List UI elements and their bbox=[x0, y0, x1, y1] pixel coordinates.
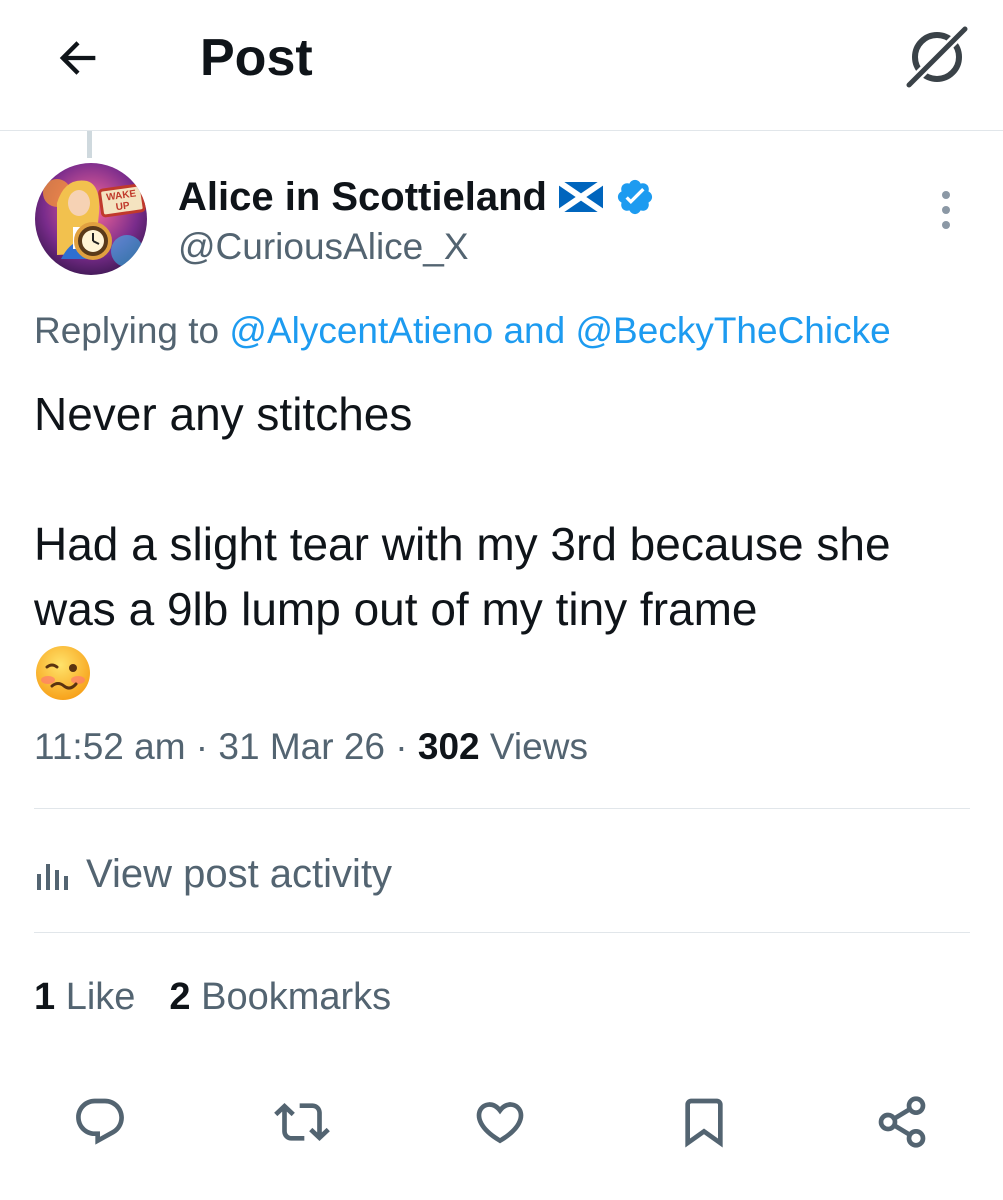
more-vertical-icon bbox=[942, 191, 950, 229]
bookmark-button[interactable] bbox=[668, 1086, 740, 1158]
replying-to-prefix: Replying to bbox=[34, 310, 230, 351]
thread-connector-line bbox=[87, 131, 92, 158]
view-post-activity-label: View post activity bbox=[86, 851, 393, 896]
avatar[interactable]: WAKE UP bbox=[35, 163, 147, 275]
view-post-activity-button[interactable]: View post activity bbox=[34, 848, 392, 900]
replying-to-line: Replying to @AlycentAtieno and @BeckyThe… bbox=[34, 308, 891, 354]
reply-button[interactable] bbox=[64, 1086, 136, 1158]
bookmarks-count: 2 bbox=[169, 976, 191, 1018]
repost-button[interactable] bbox=[266, 1086, 338, 1158]
author-name-row[interactable]: Alice in Scottieland bbox=[178, 172, 655, 222]
like-button[interactable] bbox=[464, 1086, 536, 1158]
header-divider bbox=[0, 130, 1003, 131]
woozy-face-emoji bbox=[34, 644, 92, 702]
arrow-left-icon bbox=[59, 41, 96, 75]
grok-button[interactable] bbox=[894, 16, 978, 100]
share-icon bbox=[878, 1096, 926, 1148]
back-button[interactable] bbox=[40, 20, 116, 96]
verified-badge-icon bbox=[617, 179, 653, 215]
divider bbox=[34, 808, 970, 809]
likes-stat[interactable]: 1 Like bbox=[34, 972, 135, 1022]
post-text: Never any stitches Had a slight tear wit… bbox=[34, 382, 974, 642]
likes-count: 1 bbox=[34, 976, 56, 1018]
scotland-flag-icon bbox=[558, 182, 603, 212]
meta-separator: · bbox=[185, 726, 219, 767]
like-icon bbox=[476, 1102, 524, 1144]
engagement-stats: 1 Like 2 Bookmarks bbox=[34, 972, 391, 1022]
views-count: 302 bbox=[417, 726, 480, 767]
post-paragraph: Never any stitches bbox=[34, 388, 413, 440]
page-title: Post bbox=[200, 29, 313, 87]
post-paragraph-spacer bbox=[34, 447, 974, 512]
more-options-button[interactable] bbox=[920, 182, 972, 238]
meta-separator: · bbox=[385, 726, 418, 767]
divider bbox=[34, 932, 970, 933]
mention-link[interactable]: @AlycentAtieno bbox=[229, 310, 493, 351]
author-handle[interactable]: @CuriousAlice_X bbox=[178, 224, 469, 270]
display-name: Alice in Scottieland bbox=[178, 174, 547, 219]
bookmarks-stat[interactable]: 2 Bookmarks bbox=[169, 972, 391, 1022]
svg-text:UP: UP bbox=[115, 200, 131, 213]
post-paragraph: Had a slight tear with my 3rd because sh… bbox=[34, 518, 891, 635]
post-time[interactable]: 11:52 am bbox=[34, 726, 186, 767]
repost-icon bbox=[274, 1103, 330, 1141]
replying-to-joiner[interactable]: and bbox=[493, 310, 575, 351]
bar-chart-icon bbox=[37, 864, 68, 890]
reply-icon bbox=[76, 1098, 124, 1145]
grok-icon bbox=[905, 25, 969, 89]
post-meta: 11:52 am · 31 Mar 26 · 302 Views bbox=[34, 722, 588, 772]
likes-label: Like bbox=[55, 976, 136, 1018]
post-date[interactable]: 31 Mar 26 bbox=[218, 726, 385, 767]
bookmark-icon bbox=[685, 1098, 723, 1148]
mention-link[interactable]: @BeckyTheChicke bbox=[576, 310, 891, 351]
views-label: Views bbox=[479, 726, 588, 767]
bookmarks-label: Bookmarks bbox=[190, 976, 392, 1018]
share-button[interactable] bbox=[866, 1086, 938, 1158]
